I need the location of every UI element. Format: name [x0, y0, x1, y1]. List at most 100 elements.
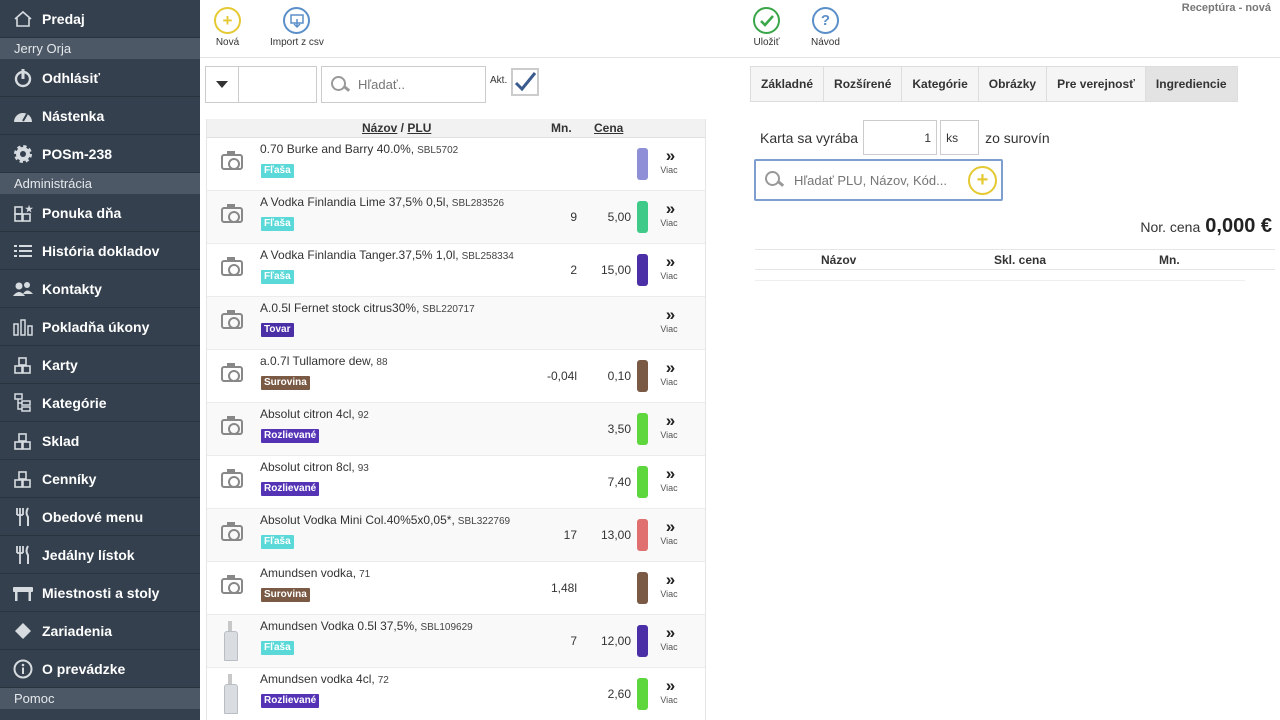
sidebar-item-logout[interactable]: Odhlásiť [0, 59, 200, 97]
list-item[interactable]: a.0.7l Tullamore dew, 88 Surovina -0,04l 0,1… [207, 350, 705, 403]
sidebar-item-device[interactable]: POSm-238 [0, 135, 200, 173]
sidebar-item-o-prevadzke[interactable]: O prevádzke [0, 650, 200, 688]
tab-kategorie[interactable]: Kategórie [901, 66, 978, 102]
chevron-down-icon[interactable] [205, 66, 238, 103]
item-name: A.0.5l Fernet stock citrus30%, [260, 301, 420, 315]
tab-pre-verejnost[interactable]: Pre verejnosť [1046, 66, 1145, 102]
ingredient-search-input[interactable] [794, 172, 954, 188]
more-button[interactable]: » Viac [658, 677, 680, 705]
bottle-image [223, 621, 238, 661]
item-name-line: Absolut citron 4cl, 92 [260, 407, 369, 421]
sidebar-item-label: Odhlásiť [42, 69, 101, 86]
more-button[interactable]: » Viac [658, 359, 680, 387]
sidebar-item-predaj[interactable]: Predaj [0, 0, 200, 38]
save-button[interactable]: Uložiť [753, 7, 780, 48]
item-name: Amundsen vodka 4cl, [260, 672, 375, 686]
akt-checkbox[interactable] [511, 68, 539, 96]
sidebar-item-ponuka-dna[interactable]: ★ Ponuka dňa [0, 194, 200, 232]
produce-unit-input[interactable]: ks [940, 120, 980, 155]
produce-prefix: Karta sa vyrába [760, 129, 859, 146]
ingredient-search[interactable]: + [754, 159, 1003, 201]
item-name: Absolut citron 4cl, [260, 407, 355, 421]
gear-icon [12, 143, 34, 165]
list-item[interactable]: A.0.5l Fernet stock citrus30%, SBL220717 T… [207, 297, 705, 350]
sidebar-item-miestnosti-a-stoly[interactable]: Miestnosti a stoly [0, 574, 200, 612]
search-input[interactable] [358, 77, 468, 92]
item-qty: 7 [570, 634, 577, 648]
more-button[interactable]: » Viac [658, 306, 680, 334]
sidebar-item-dashboard[interactable]: Nástenka [0, 97, 200, 135]
list-item[interactable]: A Vodka Finlandia Tanger.37,5% 1,0l, SBL2… [207, 244, 705, 297]
item-name-line: a.0.7l Tullamore dew, 88 [260, 354, 388, 368]
more-button[interactable]: » Viac [658, 200, 680, 228]
item-name: Amundsen vodka, [260, 566, 357, 580]
list-item[interactable]: Absolut citron 4cl, 92 Rozlievané 3,50 » Viac [207, 403, 705, 456]
type-badge: Fľaša [261, 164, 294, 178]
item-code: SBL220717 [422, 304, 475, 315]
new-button[interactable]: + Nová [214, 7, 241, 48]
item-code: 72 [377, 675, 389, 686]
add-ingredient-button[interactable]: + [968, 166, 997, 195]
tab-zakladne[interactable]: Základné [750, 66, 824, 102]
sidebar-item-kontakty[interactable]: Kontakty [0, 270, 200, 308]
sidebar-item-cenniky[interactable]: Cenníky [0, 460, 200, 498]
sidebar-item-karty[interactable]: Karty [0, 346, 200, 384]
list-item[interactable]: A Vodka Finlandia Lime 37,5% 0,5l, SBL283… [207, 191, 705, 244]
more-button[interactable]: » Viac [658, 147, 680, 175]
item-price: 3,50 [607, 422, 631, 436]
cutlery-icon [12, 544, 34, 566]
item-qty: -0,04l [546, 369, 577, 383]
produce-count-input[interactable]: 1 [863, 120, 938, 155]
help-button[interactable]: ? Návod [811, 7, 840, 48]
more-button[interactable]: » Viac [658, 411, 680, 440]
ing-header-name: Názov [821, 253, 857, 267]
sidebar-item-jedalny-listok[interactable]: Jedálny lístok [0, 536, 200, 574]
double-chevron-right-icon: » [665, 464, 675, 483]
sidebar-item-label: Cenníky [42, 470, 97, 487]
sidebar-item-zariadenia[interactable]: Zariadenia [0, 612, 200, 650]
item-name-line: Amundsen Vodka 0.5l 37,5%, SBL109629 [260, 619, 473, 633]
more-label: Viac [660, 324, 678, 334]
more-button[interactable]: » Viac [658, 253, 680, 281]
list-search[interactable] [321, 66, 486, 103]
list-item[interactable]: Amundsen vodka, 71 Surovina 1,48l » Viac [207, 562, 705, 615]
list-item[interactable]: Amundsen vodka 4cl, 72 Rozlievané 2,60 » Viac [207, 668, 705, 720]
more-label: Viac [660, 271, 678, 281]
color-swatch [637, 625, 648, 657]
list-item[interactable]: 0.70 Burke and Barry 40.0%, SBL5702 Fľaša »… [207, 138, 705, 191]
tab-ingrediencie[interactable]: Ingrediencie [1144, 66, 1238, 102]
user-name: Jerry Orja [0, 38, 200, 59]
more-button[interactable]: » Viac [658, 518, 680, 546]
sidebar-item-label: Pokladňa úkony [42, 318, 150, 335]
list-header: Názov / PLU Mn. Cena [207, 119, 705, 138]
save-button-label: Uložiť [753, 37, 780, 48]
tab-rozsirene[interactable]: Rozšírené [823, 66, 902, 102]
sidebar-item-obedove-menu[interactable]: Obedové menu [0, 498, 200, 536]
list-item[interactable]: Absolut Vodka Mini Col.40%5x0,05*, SBL322… [207, 509, 705, 562]
header-price[interactable]: Cena [594, 121, 623, 135]
more-label: Viac [660, 695, 678, 705]
more-button[interactable]: » Viac [658, 571, 680, 599]
double-chevron-right-icon: » [665, 411, 675, 430]
sidebar-item-historia-dokladov[interactable]: História dokladov [0, 232, 200, 270]
sidebar-item-sklad[interactable]: Sklad [0, 422, 200, 460]
sidebar-item-kategorie[interactable]: Kategórie [0, 384, 200, 422]
tab-obrazky[interactable]: Obrázky [977, 66, 1047, 102]
type-badge: Surovina [261, 376, 310, 390]
list-item[interactable]: Amundsen Vodka 0.5l 37,5%, SBL109629 Fľaša… [207, 615, 705, 668]
header-name[interactable]: Názov / PLU [362, 121, 431, 135]
more-label: Viac [660, 642, 678, 652]
header-separator: / [397, 121, 408, 135]
nor-cena-value: 0,000 € [1205, 215, 1272, 237]
more-button[interactable]: » Viac [658, 624, 680, 652]
list-item[interactable]: Absolut citron 8cl, 93 Rozlievané 7,40 » Viac [207, 456, 705, 509]
item-code: SBL322769 [457, 516, 511, 527]
import-csv-button[interactable]: Import z csv [270, 7, 324, 48]
item-price: 12,00 [600, 634, 631, 648]
type-badge: Rozlievané [261, 429, 320, 443]
color-swatch [637, 678, 648, 710]
category-select[interactable] [238, 66, 317, 103]
sidebar-item-pokladna-ukony[interactable]: Pokladňa úkony [0, 308, 200, 346]
more-button[interactable]: » Viac [658, 464, 680, 493]
item-name-line: A Vodka Finlandia Tanger.37,5% 1,0l, SBL2… [260, 248, 514, 262]
